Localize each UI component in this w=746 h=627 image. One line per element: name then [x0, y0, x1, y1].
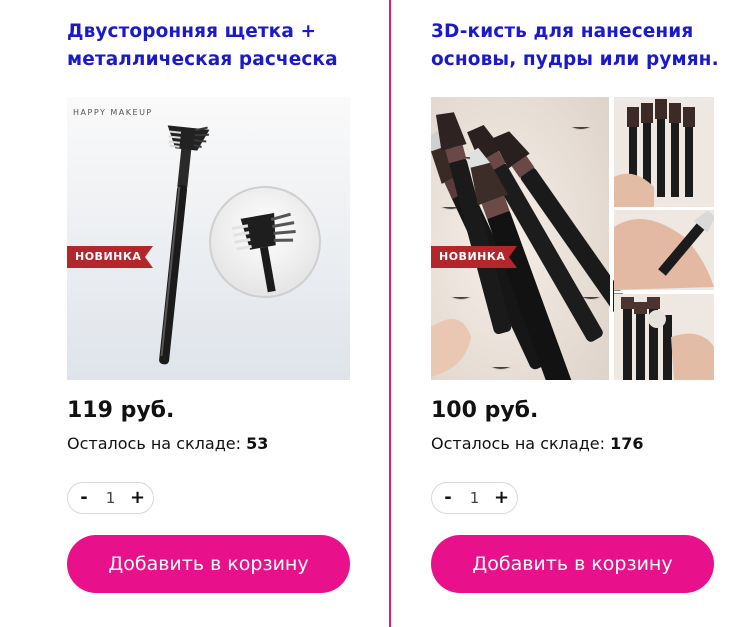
product-price: 119 руб.	[67, 398, 175, 423]
product-image[interactable]	[431, 97, 714, 380]
quantity-input[interactable]: 1	[460, 489, 490, 507]
new-badge: НОВИНКА	[67, 246, 153, 268]
product-title-line: 3D-кисть для нанесения	[431, 21, 694, 42]
stock-value: 176	[610, 434, 644, 453]
increase-button[interactable]: +	[130, 483, 145, 513]
column-divider	[389, 0, 391, 627]
increase-button[interactable]: +	[494, 483, 509, 513]
product-price: 100 руб.	[431, 398, 539, 423]
quantity-stepper: - 1 +	[67, 482, 154, 514]
product-title[interactable]: 3D-кисть для нанесения основы, пудры или…	[431, 18, 731, 74]
stock-label: Осталось на складе:	[67, 434, 241, 453]
stock-label: Осталось на складе:	[431, 434, 605, 453]
quantity-stepper: - 1 +	[431, 482, 518, 514]
quantity-input[interactable]: 1	[96, 489, 126, 507]
brand-text: HAPPY MAKEUP	[73, 108, 153, 117]
stock-info: Осталось на складе: 53	[67, 434, 268, 453]
product-title[interactable]: Двусторонняя щетка + металлическая расче…	[67, 18, 367, 74]
add-to-cart-button[interactable]: Добавить в корзину	[67, 535, 350, 593]
badge-label: НОВИНКА	[75, 250, 142, 263]
new-badge: НОВИНКА	[431, 246, 517, 268]
decrease-button[interactable]: -	[441, 483, 455, 513]
badge-label: НОВИНКА	[439, 250, 506, 263]
add-to-cart-button[interactable]: Добавить в корзину	[431, 535, 714, 593]
product-listing: Двусторонняя щетка + металлическая расче…	[0, 0, 746, 627]
stock-info: Осталось на складе: 176	[431, 434, 643, 453]
decrease-button[interactable]: -	[77, 483, 91, 513]
product-title-line: Двусторонняя щетка +	[67, 21, 317, 42]
product-image[interactable]: HAPPY MAKEUP	[67, 97, 350, 380]
product-title-line: основы, пудры или румян.	[431, 49, 719, 70]
product-title-line: металлическая расческа	[67, 49, 338, 70]
stock-value: 53	[246, 434, 269, 453]
